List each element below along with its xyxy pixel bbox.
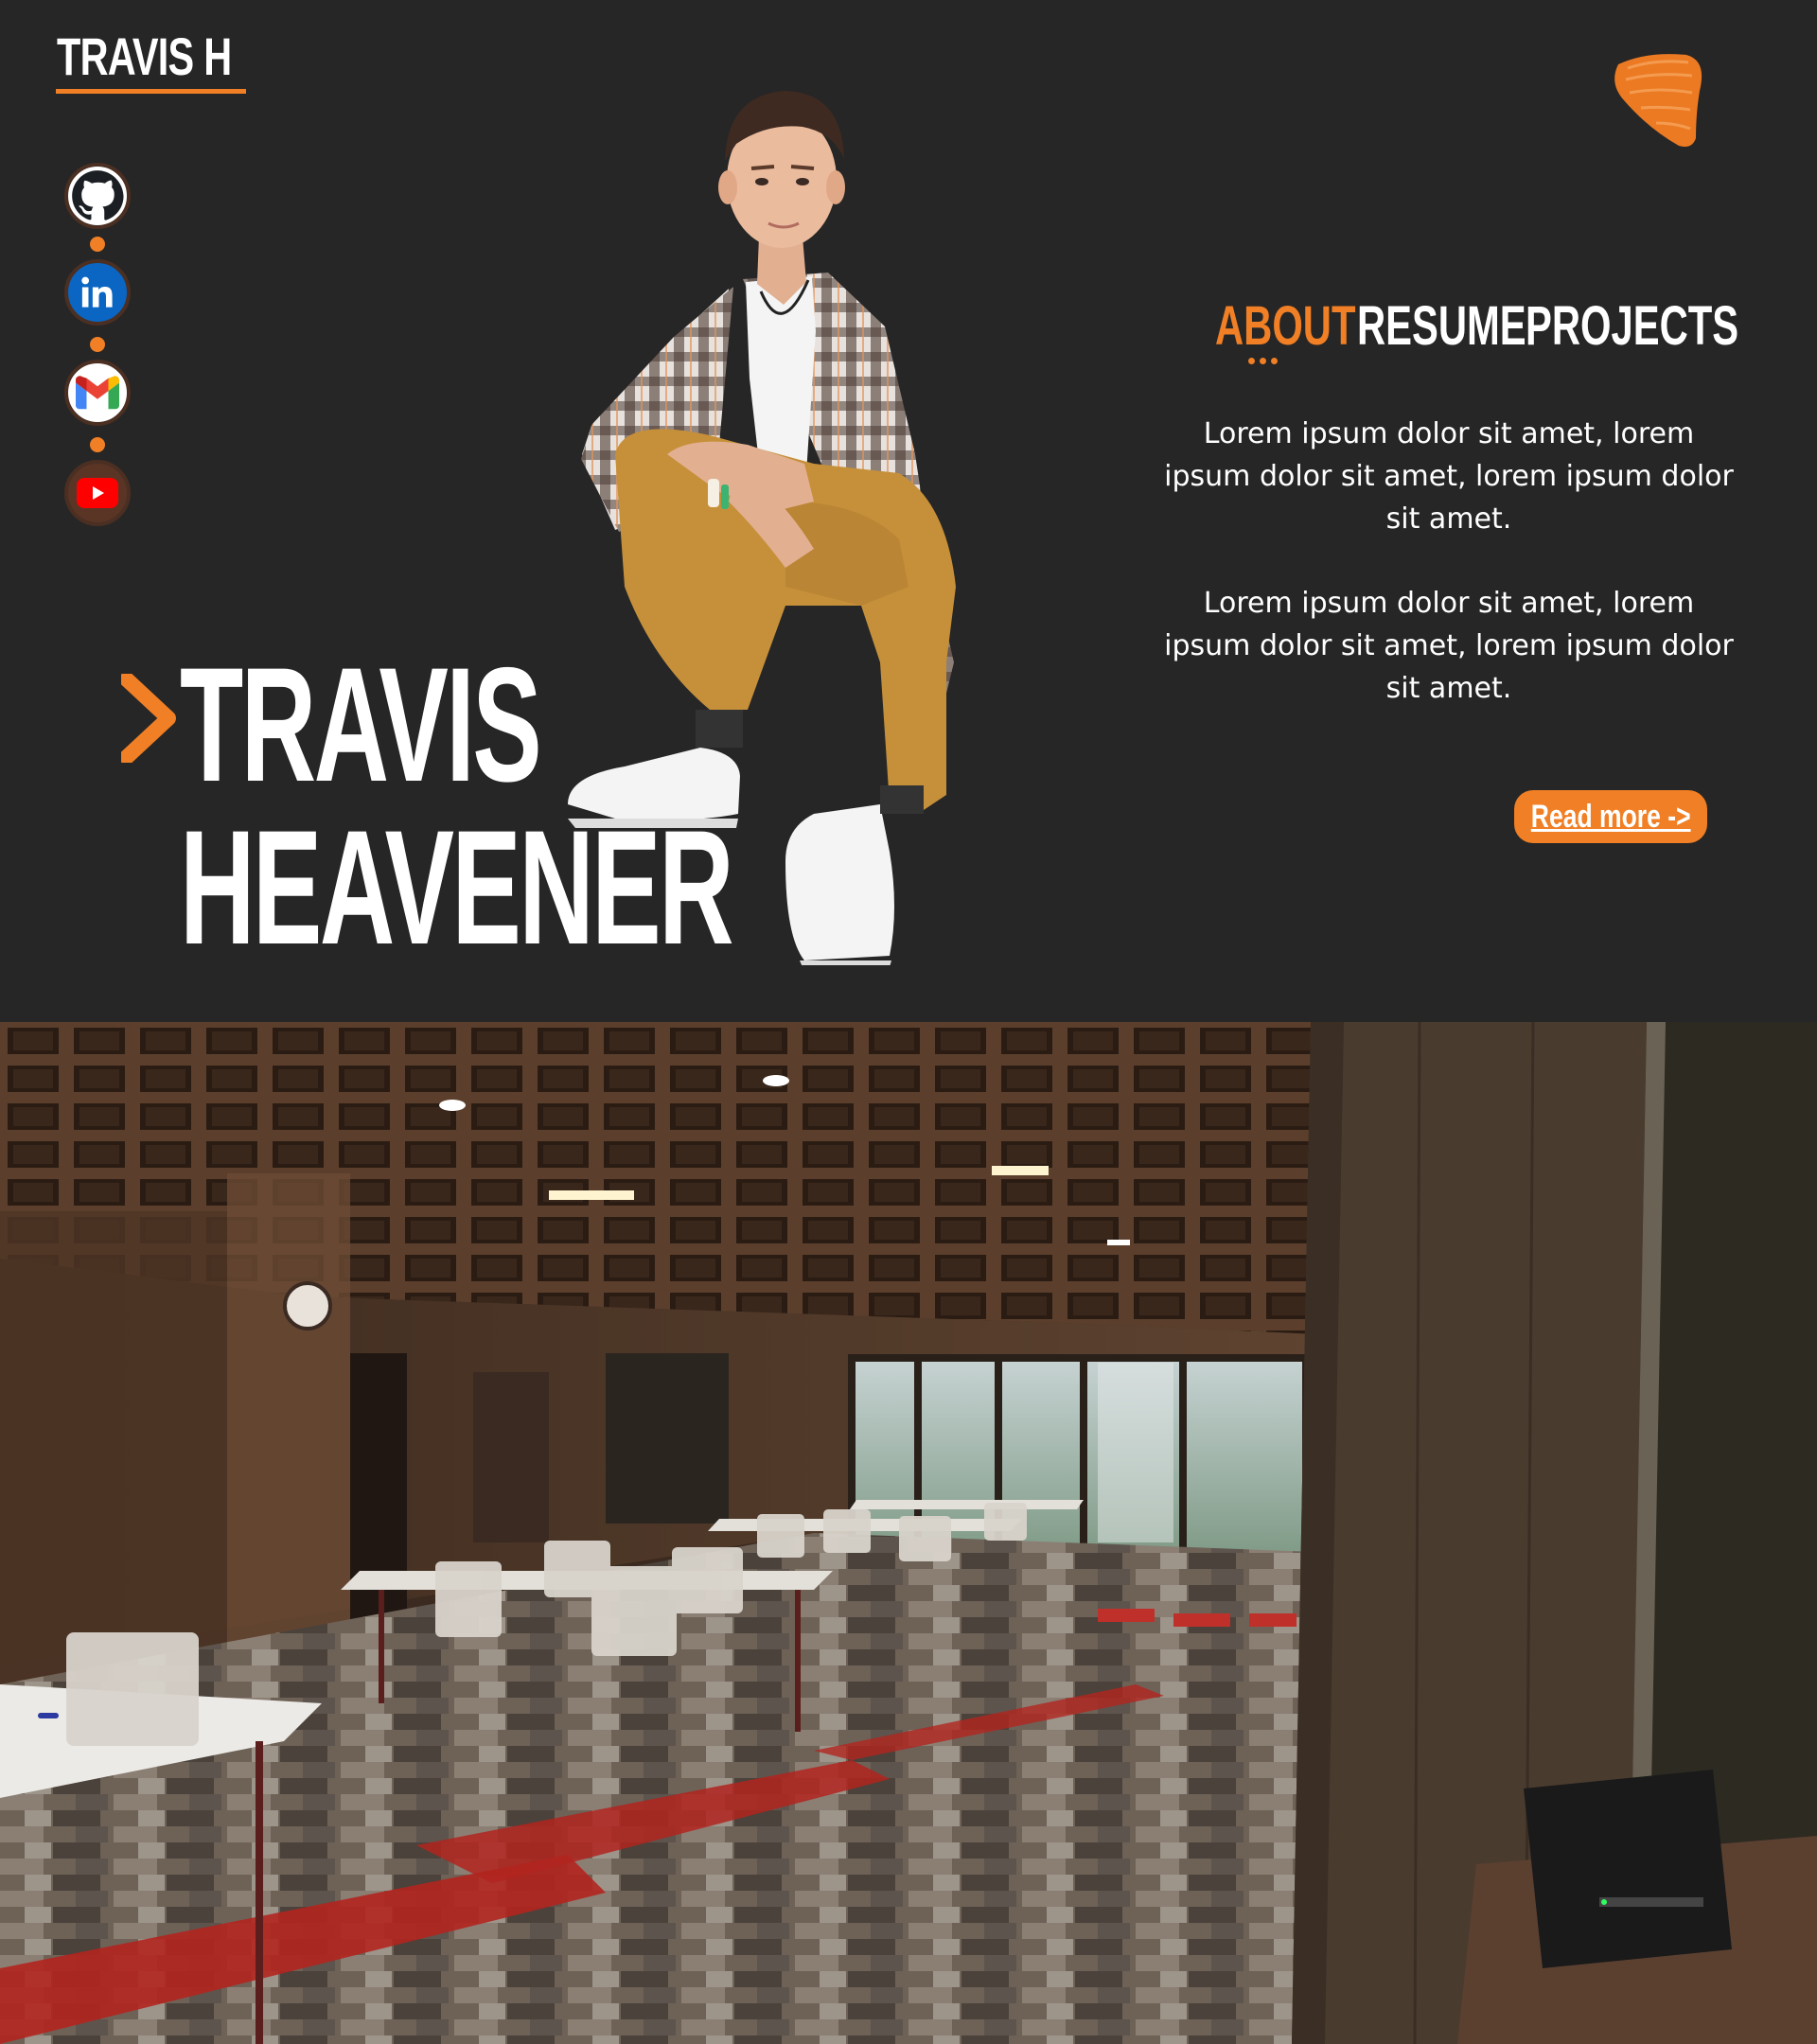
gmail-icon[interactable] (64, 360, 131, 426)
hero-first-name: TRAVIS (180, 634, 542, 816)
social-separator-dot (90, 337, 105, 352)
logo-underline (56, 89, 246, 94)
nav-resume[interactable]: RESUME (1357, 299, 1526, 354)
hero-last-name: HEAVENER (180, 797, 734, 978)
linkedin-icon[interactable] (64, 259, 131, 326)
github-icon[interactable] (64, 163, 131, 229)
hero-name: TRAVIS HEAVENER (180, 634, 734, 978)
main-nav: ABOUT RESUME PROJECTS (1215, 299, 1738, 356)
site-logo[interactable]: TRAVIS H (57, 30, 232, 89)
nav-about[interactable]: ABOUT (1215, 299, 1355, 354)
hero-section: TRAVIS H TRAVIS HEAVENER ABOUT RESUME PR… (0, 0, 1817, 1022)
nav-projects[interactable]: PROJECTS (1526, 299, 1738, 354)
about-paragraph: Lorem ipsum dolor sit amet, lorem ipsum … (1164, 587, 1734, 705)
active-nav-indicator (1248, 358, 1278, 364)
about-paragraph: Lorem ipsum dolor sit amet, lorem ipsum … (1164, 417, 1734, 536)
about-text: Lorem ipsum dolor sit amet, lorem ipsum … (1160, 413, 1738, 751)
portfolio-page: TRAVIS H TRAVIS HEAVENER ABOUT RESUME PR… (0, 0, 1817, 2044)
brush-blob-icon (1614, 54, 1702, 147)
chevron-right-icon (121, 674, 176, 763)
social-separator-dot (90, 237, 105, 252)
read-more-button[interactable]: Read more -> (1514, 790, 1707, 843)
social-separator-dot (90, 437, 105, 452)
read-more-label: Read more -> (1530, 798, 1691, 835)
interior-photo (0, 1022, 1817, 2044)
youtube-icon[interactable] (64, 460, 131, 526)
